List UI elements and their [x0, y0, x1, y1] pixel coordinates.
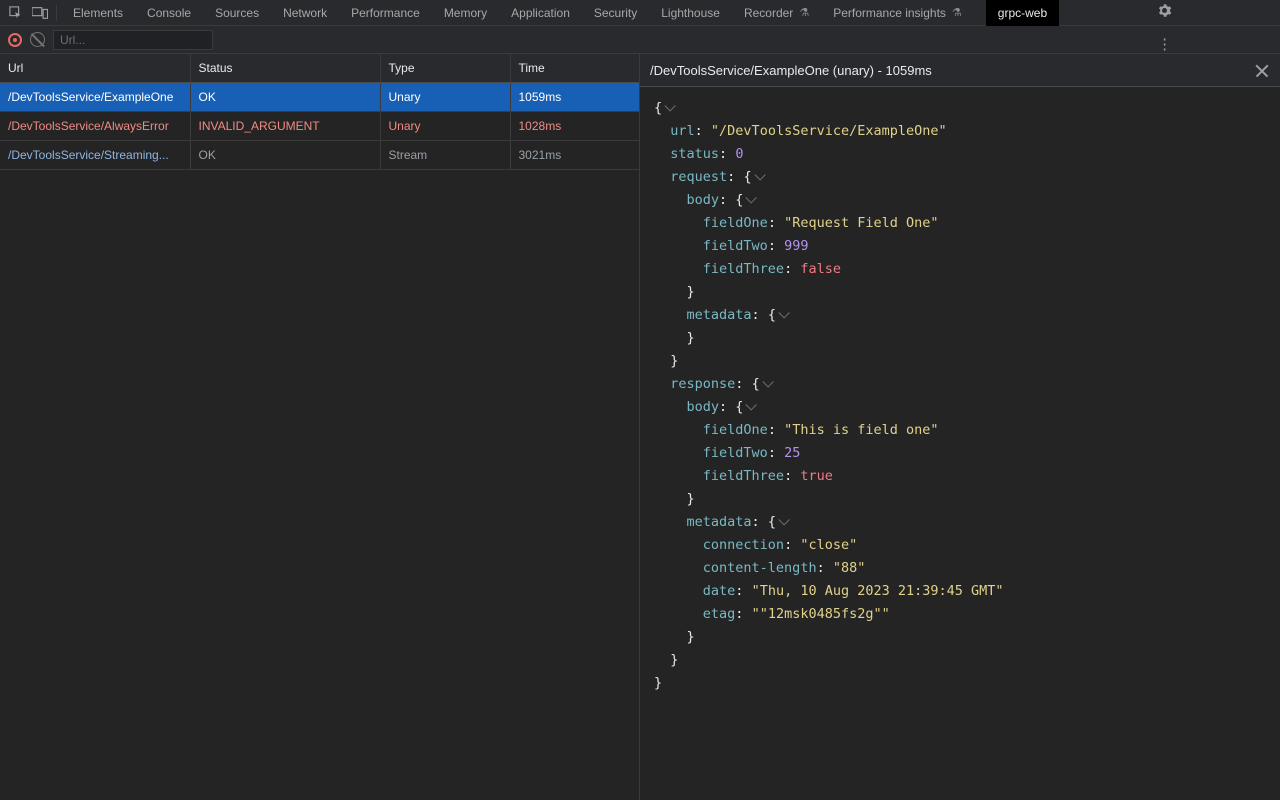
- cell-time: 1028ms: [510, 112, 639, 141]
- main-split: Url Status Type Time /DevToolsService/Ex…: [0, 54, 1280, 800]
- more-icon[interactable]: ⋮: [1157, 35, 1172, 53]
- close-icon[interactable]: [1254, 62, 1270, 78]
- panel-tabs: Elements Console Sources Network Perform…: [73, 0, 1059, 26]
- url-filter-input[interactable]: [53, 30, 213, 50]
- col-status[interactable]: Status: [190, 54, 380, 83]
- table-row[interactable]: /DevToolsService/ExampleOneOKUnary1059ms: [0, 83, 639, 112]
- tab-network[interactable]: Network: [283, 6, 327, 20]
- detail-header: /DevToolsService/ExampleOne (unary) - 10…: [640, 54, 1280, 87]
- tab-grpc-web[interactable]: grpc-web: [986, 0, 1059, 26]
- tab-elements[interactable]: Elements: [73, 6, 123, 20]
- tab-sources[interactable]: Sources: [215, 6, 259, 20]
- tab-perf-insights[interactable]: Performance insights⚗: [833, 6, 962, 20]
- device-toolbar-icon[interactable]: [30, 3, 50, 23]
- tab-performance[interactable]: Performance: [351, 6, 420, 20]
- detail-panel: /DevToolsService/ExampleOne (unary) - 10…: [640, 54, 1280, 800]
- tab-recorder[interactable]: Recorder⚗: [744, 6, 809, 20]
- devtools-tabbar: Elements Console Sources Network Perform…: [0, 0, 1280, 26]
- cell-type: Stream: [380, 141, 510, 170]
- inspect-icon[interactable]: [6, 3, 26, 23]
- tab-memory[interactable]: Memory: [444, 6, 487, 20]
- cell-time: 1059ms: [510, 83, 639, 112]
- divider: [56, 5, 57, 21]
- detail-title: /DevToolsService/ExampleOne (unary) - 10…: [650, 63, 932, 78]
- tab-console[interactable]: Console: [147, 6, 191, 20]
- tab-application[interactable]: Application: [511, 6, 570, 20]
- cell-url: /DevToolsService/ExampleOne: [0, 83, 190, 112]
- table-row[interactable]: /DevToolsService/Streaming...OKStream302…: [0, 141, 639, 170]
- cell-status: INVALID_ARGUMENT: [190, 112, 380, 141]
- cell-type: Unary: [380, 112, 510, 141]
- tabbar-right: 1 ⋮: [1059, 0, 1280, 53]
- request-table-panel: Url Status Type Time /DevToolsService/Ex…: [0, 54, 640, 800]
- cell-status: OK: [190, 83, 380, 112]
- cell-status: OK: [190, 141, 380, 170]
- json-viewer[interactable]: { url: "/DevToolsService/ExampleOne" sta…: [640, 87, 1280, 800]
- flask-icon: ⚗: [952, 6, 962, 19]
- clear-icon[interactable]: [30, 32, 45, 47]
- cell-url: /DevToolsService/Streaming...: [0, 141, 190, 170]
- cell-type: Unary: [380, 83, 510, 112]
- cell-url: /DevToolsService/AlwaysError: [0, 112, 190, 141]
- request-table: Url Status Type Time /DevToolsService/Ex…: [0, 54, 639, 170]
- tab-lighthouse[interactable]: Lighthouse: [661, 6, 720, 20]
- settings-icon[interactable]: [1157, 3, 1172, 21]
- flask-icon: ⚗: [799, 6, 809, 19]
- col-url[interactable]: Url: [0, 54, 190, 83]
- cell-time: 3021ms: [510, 141, 639, 170]
- record-icon[interactable]: [8, 33, 22, 47]
- tab-security[interactable]: Security: [594, 6, 637, 20]
- col-type[interactable]: Type: [380, 54, 510, 83]
- table-row[interactable]: /DevToolsService/AlwaysErrorINVALID_ARGU…: [0, 112, 639, 141]
- col-time[interactable]: Time: [510, 54, 639, 83]
